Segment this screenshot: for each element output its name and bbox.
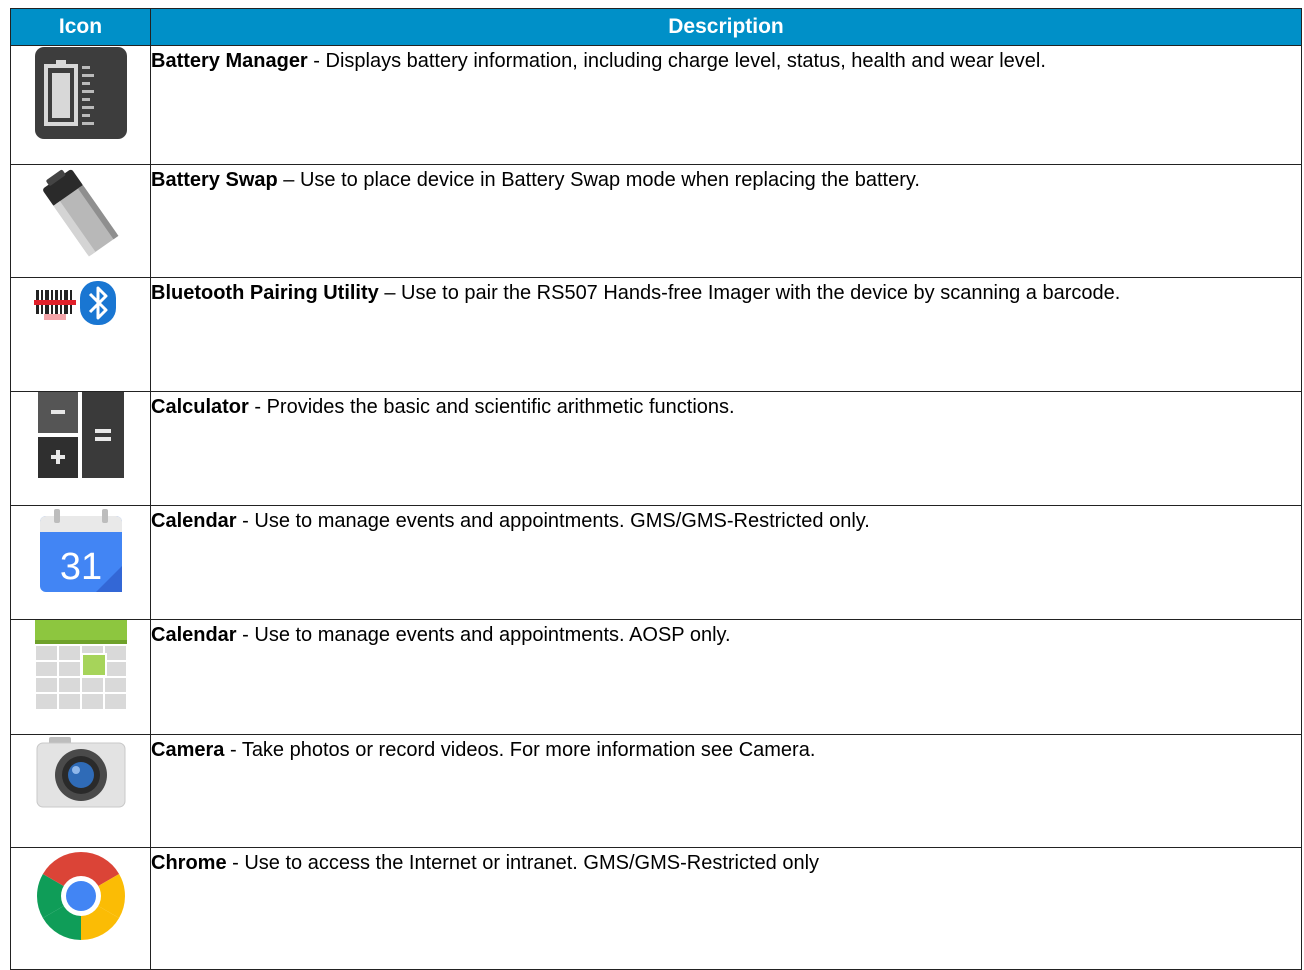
table-row: Calendar - Use to manage events and appo… (10, 619, 1302, 735)
app-name: Chrome (151, 852, 227, 874)
chrome-icon (36, 852, 125, 940)
description-cell: Battery Manager - Displays battery infor… (150, 45, 1302, 165)
icon-cell (10, 391, 151, 506)
description-column-header: Description (150, 8, 1302, 46)
separator: - (226, 852, 245, 874)
battery-manager-icon (34, 47, 127, 139)
separator: – (378, 282, 402, 304)
separator: - (224, 739, 242, 761)
table-row: 31 Calendar - Use to manage events and a… (10, 505, 1302, 620)
icon-cell (10, 277, 151, 392)
aosp-calendar-icon (34, 620, 127, 710)
description-cell: Calendar - Use to manage events and appo… (150, 619, 1302, 735)
table-row: Calculator - Provides the basic and scie… (10, 391, 1302, 506)
separator: - (236, 624, 255, 646)
app-description: Use to manage events and appointments. G… (254, 510, 870, 532)
app-name: Bluetooth Pairing Utility (151, 282, 379, 304)
app-description: Displays battery information, including … (325, 50, 1046, 72)
description-cell: Bluetooth Pairing Utility – Use to pair … (150, 277, 1302, 392)
app-description: Provides the basic and scientific arithm… (266, 396, 735, 418)
icon-cell (10, 164, 151, 278)
calculator-icon (37, 392, 124, 478)
app-name: Battery Swap (151, 169, 278, 191)
icon-cell (10, 45, 151, 165)
description-cell: Calculator - Provides the basic and scie… (150, 391, 1302, 506)
separator: - (236, 510, 255, 532)
icon-column-header: Icon (10, 8, 151, 46)
table-row: Bluetooth Pairing Utility – Use to pair … (10, 277, 1302, 392)
icon-cell: 31 (10, 505, 151, 620)
app-name: Calendar (151, 624, 237, 646)
app-description: Use to place device in Battery Swap mode… (299, 169, 920, 191)
app-icons-table: Icon Description Battery Manager - Displ… (10, 8, 1302, 970)
table-row: Battery Swap – Use to place device in Ba… (10, 164, 1302, 278)
table-row: Camera - Take photos or record videos. F… (10, 734, 1302, 848)
table-header-row: Icon Description (10, 8, 1302, 46)
table-row: Battery Manager - Displays battery infor… (10, 45, 1302, 165)
app-description: Use to manage events and appointments. A… (254, 624, 731, 646)
description-cell: Chrome - Use to access the Internet or i… (150, 847, 1302, 970)
camera-icon (36, 737, 125, 808)
separator: - (307, 50, 326, 72)
app-name: Camera (151, 739, 225, 761)
app-description: Use to pair the RS507 Hands-free Imager … (401, 282, 1121, 304)
app-name: Battery Manager (151, 50, 308, 72)
table-row: Chrome - Use to access the Internet or i… (10, 847, 1302, 970)
icon-cell (10, 734, 151, 848)
separator: – (277, 169, 300, 191)
app-description: Use to access the Internet or intranet. … (244, 852, 820, 874)
app-name: Calendar (151, 510, 237, 532)
app-description: Take photos or record videos. For more i… (241, 739, 816, 761)
app-name: Calculator (151, 396, 249, 418)
bluetooth-pairing-icon (33, 281, 116, 325)
icon-cell (10, 847, 151, 970)
calendar-date-text: 31 (59, 546, 101, 588)
description-cell: Calendar - Use to manage events and appo… (150, 505, 1302, 620)
description-cell: Camera - Take photos or record videos. F… (150, 734, 1302, 848)
google-calendar-icon: 31 (39, 509, 122, 592)
icon-cell (10, 619, 151, 735)
separator: - (248, 396, 267, 418)
description-cell: Battery Swap – Use to place device in Ba… (150, 164, 1302, 278)
battery-swap-icon (42, 169, 118, 257)
